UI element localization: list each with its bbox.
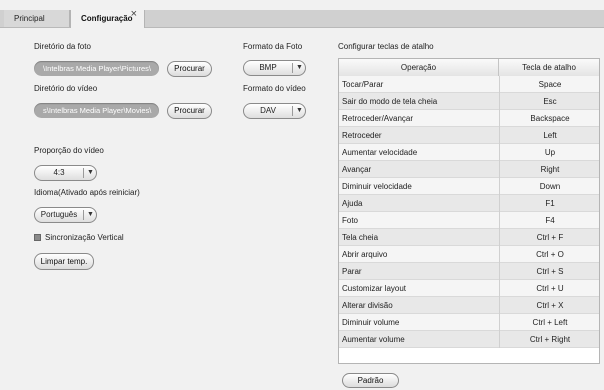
chevron-down-icon: ▼ xyxy=(87,211,94,218)
shortcut-key-cell[interactable]: Ctrl + S xyxy=(499,263,600,280)
table-row[interactable]: Parar Ctrl + S xyxy=(339,263,599,280)
chevron-down-icon: ▼ xyxy=(87,169,94,176)
shortcut-key-cell[interactable]: Down xyxy=(499,178,600,195)
tab-configuracao[interactable]: Configuração × xyxy=(70,8,145,28)
chevron-down-icon: ▼ xyxy=(296,107,303,114)
tab-bar: Principal Configuração × xyxy=(0,0,604,28)
select-separator xyxy=(292,63,293,73)
operation-cell: Avançar xyxy=(342,165,372,174)
photo-dir-field[interactable]: \Intelbras Media Player\Pictures\ xyxy=(34,61,159,76)
table-row[interactable]: Foto F4 xyxy=(339,212,599,229)
photo-format-select[interactable]: BMP ▼ xyxy=(243,60,306,76)
operation-cell: Foto xyxy=(342,216,359,225)
default-button[interactable]: Padrão xyxy=(342,373,399,388)
column-header-operation[interactable]: Operação xyxy=(339,59,499,76)
shortcut-key-cell[interactable]: F4 xyxy=(499,212,600,229)
video-format-value: DAV xyxy=(260,106,276,115)
video-dir-field[interactable]: s\Intelbras Media Player\Movies\ xyxy=(34,103,159,118)
table-row[interactable]: Retroceder Left xyxy=(339,127,599,144)
close-tab-icon[interactable]: × xyxy=(131,6,137,23)
select-separator xyxy=(83,210,84,220)
language-label: Idioma(Ativado após reiniciar) xyxy=(34,188,140,197)
table-header: Operação Tecla de atalho xyxy=(339,59,599,77)
table-row[interactable]: Avançar Right xyxy=(339,161,599,178)
shortcut-key-cell[interactable]: Ctrl + Right xyxy=(499,331,600,348)
photo-format-value: BMP xyxy=(259,63,277,72)
operation-cell: Tela cheia xyxy=(342,233,379,242)
operation-cell: Tocar/Parar xyxy=(342,80,384,89)
shortcut-key-cell[interactable]: Ctrl + Left xyxy=(499,314,600,331)
table-row[interactable]: Aumentar velocidade Up xyxy=(339,144,599,161)
video-dir-label: Diretório do vídeo xyxy=(34,84,98,93)
table-row[interactable]: Customizar layout Ctrl + U xyxy=(339,280,599,297)
language-value: Português xyxy=(40,210,78,219)
shortcut-key-cell[interactable]: Left xyxy=(499,127,600,144)
operation-cell: Sair do modo de tela cheia xyxy=(342,97,438,106)
language-select[interactable]: Português ▼ xyxy=(34,207,97,223)
shortcuts-title: Configurar teclas de atalho xyxy=(338,42,434,51)
tab-principal[interactable]: Principal xyxy=(4,10,70,27)
shortcut-key-cell[interactable]: Ctrl + O xyxy=(499,246,600,263)
shortcut-key-cell[interactable]: Right xyxy=(499,161,600,178)
photo-format-label: Formato da Foto xyxy=(243,42,303,51)
table-row[interactable]: Tela cheia Ctrl + F xyxy=(339,229,599,246)
select-separator xyxy=(83,168,84,178)
table-row[interactable]: Aumentar volume Ctrl + Right xyxy=(339,331,599,348)
clear-temp-button[interactable]: Limpar temp. xyxy=(34,253,94,270)
chevron-down-icon: ▼ xyxy=(296,64,303,71)
shortcut-key-cell[interactable]: Esc xyxy=(499,93,600,110)
operation-cell: Alterar divisão xyxy=(342,301,393,310)
operation-cell: Aumentar velocidade xyxy=(342,148,418,157)
select-separator xyxy=(292,106,293,116)
column-header-key[interactable]: Tecla de atalho xyxy=(499,59,599,76)
shortcuts-table: Operação Tecla de atalho Tocar/Parar Spac… xyxy=(338,58,600,364)
video-format-select[interactable]: DAV ▼ xyxy=(243,103,306,119)
operation-cell: Abrir arquivo xyxy=(342,250,388,259)
table-row[interactable]: Abrir arquivo Ctrl + O xyxy=(339,246,599,263)
table-row[interactable]: Retroceder/Avançar Backspace xyxy=(339,110,599,127)
aspect-select[interactable]: 4:3 ▼ xyxy=(34,165,97,181)
operation-cell: Retroceder/Avançar xyxy=(342,114,413,123)
table-row[interactable]: Tocar/Parar Space xyxy=(339,76,599,93)
shortcut-key-cell[interactable]: Ctrl + X xyxy=(499,297,600,314)
operation-cell: Customizar layout xyxy=(342,284,407,293)
operation-cell: Aumentar volume xyxy=(342,335,405,344)
table-row[interactable]: Ajuda F1 xyxy=(339,195,599,212)
operation-cell: Diminuir velocidade xyxy=(342,182,412,191)
vsync-checkbox[interactable] xyxy=(34,234,41,241)
tab-principal-label: Principal xyxy=(14,14,45,23)
operation-cell: Retroceder xyxy=(342,131,382,140)
table-row[interactable]: Diminuir volume Ctrl + Left xyxy=(339,314,599,331)
operation-cell: Diminuir volume xyxy=(342,318,400,327)
tab-configuracao-label: Configuração xyxy=(81,14,133,23)
aspect-value: 4:3 xyxy=(53,168,65,177)
video-browse-button[interactable]: Procurar xyxy=(167,103,212,119)
shortcut-key-cell[interactable]: Ctrl + U xyxy=(499,280,600,297)
shortcut-key-cell[interactable]: F1 xyxy=(499,195,600,212)
shortcut-key-cell[interactable]: Backspace xyxy=(499,110,600,127)
shortcut-key-cell[interactable]: Up xyxy=(499,144,600,161)
operation-cell: Ajuda xyxy=(342,199,363,208)
shortcut-key-cell[interactable]: Ctrl + F xyxy=(499,229,600,246)
aspect-label: Proporção do vídeo xyxy=(34,146,104,155)
photo-dir-label: Diretório da foto xyxy=(34,42,91,51)
operation-cell: Parar xyxy=(342,267,362,276)
video-format-label: Formato do vídeo xyxy=(243,84,306,93)
photo-browse-button[interactable]: Procurar xyxy=(167,61,212,77)
shortcut-key-cell[interactable]: Space xyxy=(499,76,600,93)
vsync-label: Sincronização Vertical xyxy=(45,233,124,242)
table-row[interactable]: Sair do modo de tela cheia Esc xyxy=(339,93,599,110)
table-row[interactable]: Diminuir velocidade Down xyxy=(339,178,599,195)
table-row[interactable]: Alterar divisão Ctrl + X xyxy=(339,297,599,314)
